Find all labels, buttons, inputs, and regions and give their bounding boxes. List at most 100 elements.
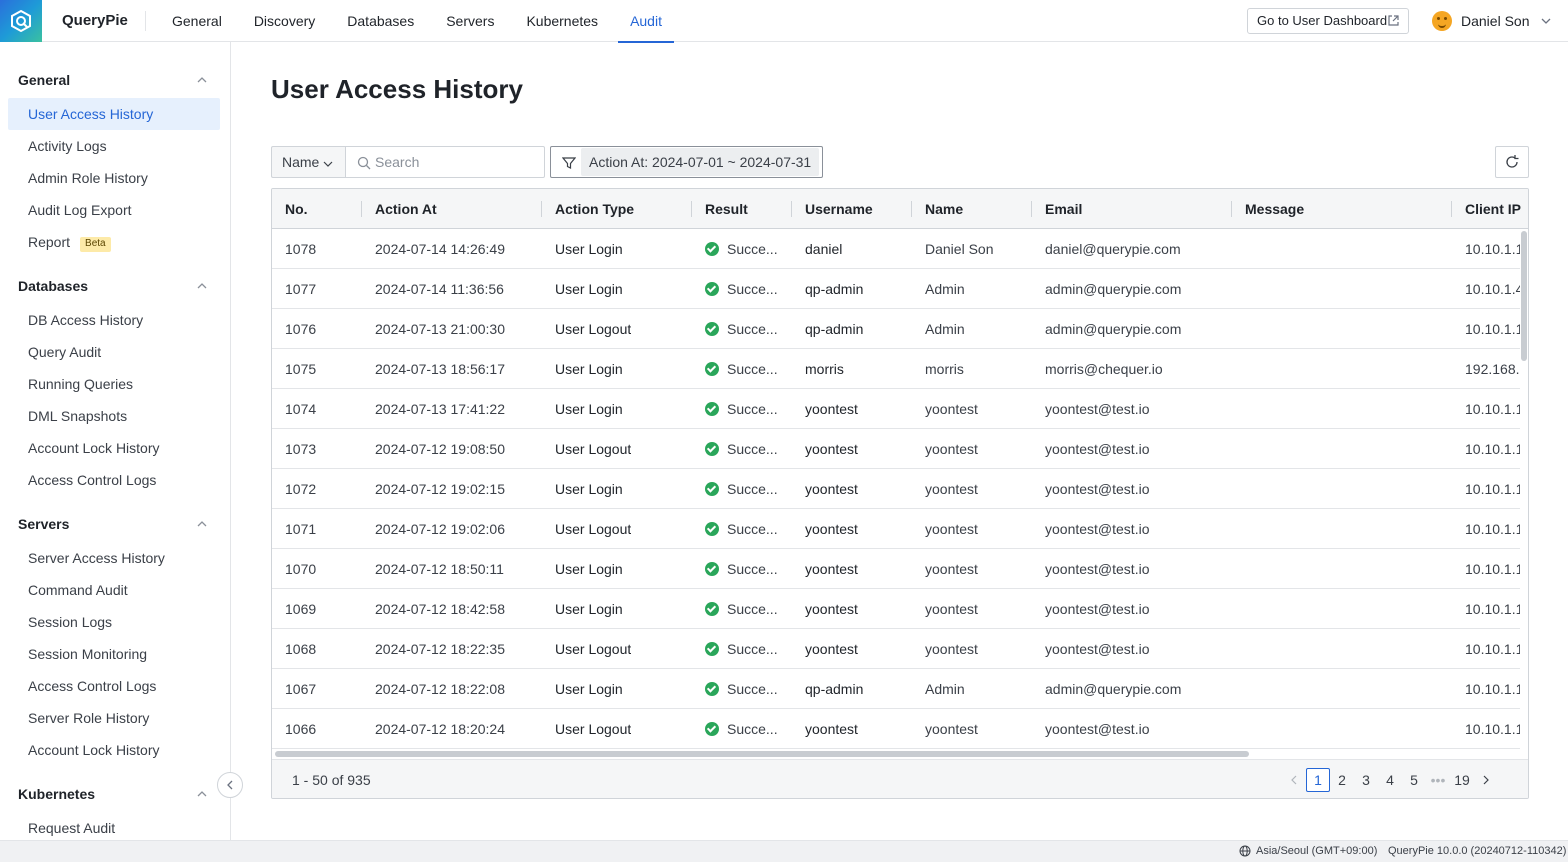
prev-page-button[interactable] — [1282, 768, 1306, 792]
chevron-up-icon[interactable] — [196, 74, 208, 86]
sidebar-section-general[interactable]: General — [18, 72, 70, 88]
nav-tab-general[interactable]: General — [160, 0, 234, 42]
column-header-result[interactable]: Result — [705, 189, 748, 229]
sidebar-item-admin-role-history[interactable]: Admin Role History — [8, 162, 220, 194]
user-menu[interactable]: Daniel Son — [1432, 10, 1552, 32]
page-3-button[interactable]: 3 — [1354, 768, 1378, 792]
sidebar-item-db-access-control-logs[interactable]: Access Control Logs — [8, 464, 220, 496]
page-last-button[interactable]: 19 — [1450, 768, 1474, 792]
column-divider[interactable] — [791, 201, 792, 217]
cell-action-type: User Login — [555, 681, 623, 697]
column-divider[interactable] — [1451, 201, 1452, 217]
column-divider[interactable] — [691, 201, 692, 217]
cell-result: Succe... — [705, 429, 778, 469]
column-header-action-at[interactable]: Action At — [375, 189, 437, 229]
page-5-button[interactable]: 5 — [1402, 768, 1426, 792]
cell-no: 1071 — [285, 521, 317, 537]
cell-email: yoontest@test.io — [1045, 441, 1150, 457]
table-row[interactable]: 1078 2024-07-14 14:26:49 User Login Succe..… — [272, 229, 1520, 269]
table-row[interactable]: 1067 2024-07-12 18:22:08 User Login Succe..… — [272, 669, 1520, 709]
sidebar-item-db-access-history[interactable]: DB Access History — [8, 304, 220, 336]
sidebar-section-databases[interactable]: Databases — [18, 278, 88, 294]
timezone-indicator[interactable]: Asia/Seoul (GMT+09:00) — [1239, 845, 1377, 857]
sidebar-item-user-access-history[interactable]: User Access History — [8, 98, 220, 130]
sidebar-item-request-audit[interactable]: Request Audit — [8, 812, 220, 840]
search-field-value: Name — [282, 154, 320, 170]
page-2-button[interactable]: 2 — [1330, 768, 1354, 792]
column-header-email[interactable]: Email — [1045, 189, 1082, 229]
sidebar-item-dml-snapshots[interactable]: DML Snapshots — [8, 400, 220, 432]
sidebar-item-report[interactable]: Report Beta — [8, 226, 220, 258]
table-row[interactable]: 1077 2024-07-14 11:36:56 User Login Succe..… — [272, 269, 1520, 309]
column-header-message[interactable]: Message — [1245, 189, 1304, 229]
table-row[interactable]: 1072 2024-07-12 19:02:15 User Login Succe..… — [272, 469, 1520, 509]
column-divider[interactable] — [911, 201, 912, 217]
refresh-icon — [1506, 155, 1519, 168]
sidebar-item-session-monitoring[interactable]: Session Monitoring — [8, 638, 220, 670]
search-input[interactable] — [375, 147, 540, 177]
table-row[interactable]: 1075 2024-07-13 18:56:17 User Login Succe..… — [272, 349, 1520, 389]
nav-tab-audit[interactable]: Audit — [618, 0, 674, 43]
column-divider[interactable] — [1231, 201, 1232, 217]
sidebar-item-server-access-history[interactable]: Server Access History — [8, 542, 220, 574]
search-field-select[interactable]: Name — [271, 146, 346, 178]
sidebar-item-server-account-lock-history[interactable]: Account Lock History — [8, 734, 220, 766]
go-to-user-dashboard-button[interactable]: Go to User Dashboard — [1247, 8, 1409, 34]
sidebar-item-server-role-history[interactable]: Server Role History — [8, 702, 220, 734]
cell-no: 1066 — [285, 721, 317, 737]
column-header-action-type[interactable]: Action Type — [555, 189, 634, 229]
sidebar-item-server-access-control-logs[interactable]: Access Control Logs — [8, 670, 220, 702]
page-4-button[interactable]: 4 — [1378, 768, 1402, 792]
sidebar-item-running-queries[interactable]: Running Queries — [8, 368, 220, 400]
sidebar-item-activity-logs[interactable]: Activity Logs — [8, 130, 220, 162]
nav-tab-discovery[interactable]: Discovery — [242, 0, 327, 42]
chevron-up-icon[interactable] — [196, 788, 208, 800]
table-row[interactable]: 1070 2024-07-12 18:50:11 User Login Succe..… — [272, 549, 1520, 589]
next-page-button[interactable] — [1474, 768, 1498, 792]
table-row[interactable]: 1074 2024-07-13 17:41:22 User Login Succe..… — [272, 389, 1520, 429]
horizontal-scrollbar[interactable] — [275, 751, 1249, 757]
success-check-icon — [705, 642, 719, 656]
sidebar-item-db-account-lock-history[interactable]: Account Lock History — [8, 432, 220, 464]
cell-name: yoontest — [925, 721, 978, 737]
querypie-logo-icon[interactable] — [0, 0, 42, 42]
nav-tab-kubernetes[interactable]: Kubernetes — [514, 0, 610, 42]
sidebar-item-audit-log-export[interactable]: Audit Log Export — [8, 194, 220, 226]
sidebar-section-servers[interactable]: Servers — [18, 516, 69, 532]
sidebar-collapse-button[interactable] — [217, 772, 243, 798]
table-row[interactable]: 1068 2024-07-12 18:22:35 User Logout Succe.… — [272, 629, 1520, 669]
table-row[interactable]: 1071 2024-07-12 19:02:06 User Logout Succe.… — [272, 509, 1520, 549]
table-row[interactable]: 1066 2024-07-12 18:20:24 User Logout Succe.… — [272, 709, 1520, 749]
column-header-no[interactable]: No. — [285, 189, 308, 229]
chevron-up-icon[interactable] — [196, 280, 208, 292]
column-divider[interactable] — [1031, 201, 1032, 217]
date-range-chip[interactable]: Action At: 2024-07-01 ~ 2024-07-31 — [581, 148, 820, 176]
refresh-button[interactable] — [1495, 146, 1529, 178]
page-1-button[interactable]: 1 — [1306, 768, 1330, 792]
table-row[interactable]: 1073 2024-07-12 19:08:50 User Logout Succe.… — [272, 429, 1520, 469]
sidebar-item-session-logs[interactable]: Session Logs — [8, 606, 220, 638]
table-row[interactable]: 1076 2024-07-13 21:00:30 User Logout Succe.… — [272, 309, 1520, 349]
page-ellipsis[interactable]: ••• — [1426, 768, 1450, 792]
date-range-filter[interactable]: Action At: 2024-07-01 ~ 2024-07-31 — [550, 146, 823, 178]
cell-name: yoontest — [925, 641, 978, 657]
vertical-scrollbar[interactable] — [1521, 231, 1527, 361]
nav-tab-servers[interactable]: Servers — [434, 0, 506, 42]
column-divider[interactable] — [541, 201, 542, 217]
search-box — [345, 146, 545, 178]
cell-action-at: 2024-07-12 18:22:08 — [375, 681, 505, 697]
cell-no: 1067 — [285, 681, 317, 697]
sidebar-item-query-audit[interactable]: Query Audit — [8, 336, 220, 368]
column-header-username[interactable]: Username — [805, 189, 873, 229]
nav-tab-databases[interactable]: Databases — [335, 0, 426, 42]
sidebar-section-kubernetes[interactable]: Kubernetes — [18, 786, 95, 802]
chevron-down-icon — [323, 161, 333, 167]
chevron-up-icon[interactable] — [196, 518, 208, 530]
column-header-name[interactable]: Name — [925, 189, 963, 229]
cell-result: Succe... — [705, 229, 778, 269]
sidebar-item-command-audit[interactable]: Command Audit — [8, 574, 220, 606]
brand-name: QueryPie — [62, 12, 128, 29]
column-header-client-ip[interactable]: Client IP — [1465, 189, 1521, 229]
table-row[interactable]: 1069 2024-07-12 18:42:58 User Login Succe..… — [272, 589, 1520, 629]
column-divider[interactable] — [361, 201, 362, 217]
